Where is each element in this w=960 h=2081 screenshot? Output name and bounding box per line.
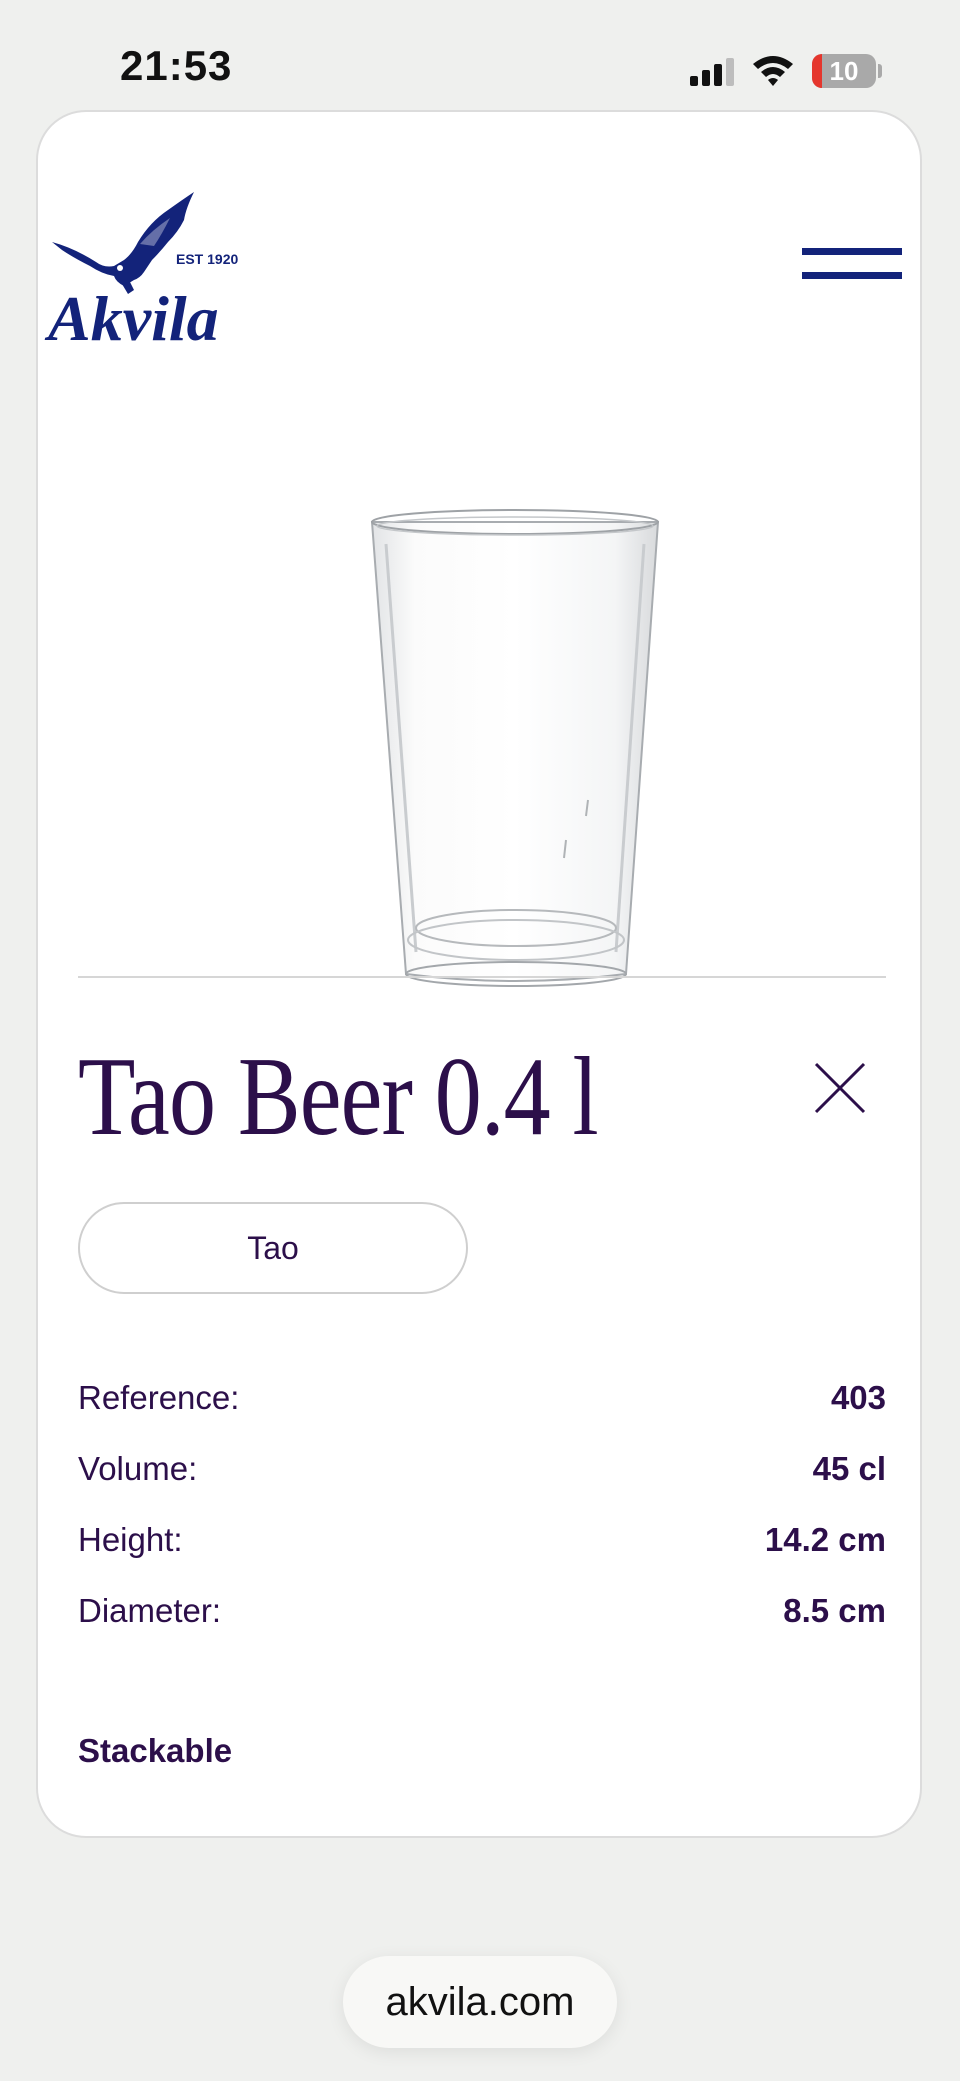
spec-label: Volume: bbox=[78, 1449, 198, 1487]
menu-bar-bottom bbox=[802, 272, 902, 279]
spec-label: Height: bbox=[78, 1520, 183, 1558]
spec-value: 14.2 cm bbox=[764, 1520, 886, 1558]
spec-label: Diameter: bbox=[78, 1591, 222, 1629]
battery-cap bbox=[878, 64, 882, 78]
spec-row-reference: Reference: 403 bbox=[78, 1362, 886, 1433]
akvila-logo[interactable]: EST 1920 Akvila bbox=[44, 182, 244, 362]
wifi-icon bbox=[753, 56, 793, 86]
collection-tag-button[interactable]: Tao bbox=[78, 1202, 468, 1294]
spec-row-diameter: Diameter: 8.5 cm bbox=[78, 1575, 886, 1646]
feature-stackable: Stackable bbox=[78, 1732, 233, 1769]
spec-row-volume: Volume: 45 cl bbox=[78, 1433, 886, 1504]
spec-label: Reference: bbox=[78, 1378, 240, 1416]
battery-icon: 10 bbox=[812, 54, 876, 88]
spec-list: Reference: 403 Volume: 45 cl Height: 14.… bbox=[78, 1362, 886, 1646]
status-time: 21:53 bbox=[120, 42, 233, 89]
spec-value: 45 cl bbox=[812, 1449, 886, 1487]
hamburger-menu-icon[interactable] bbox=[802, 240, 902, 290]
browser-url-bar[interactable]: akvila.com bbox=[343, 1956, 617, 2048]
menu-bar-top bbox=[802, 248, 902, 255]
pint-glass-image bbox=[370, 509, 660, 987]
product-card: EST 1920 Akvila Tao Beer 0.4 l Tao Refer… bbox=[36, 110, 922, 1838]
spec-row-height: Height: 14.2 cm bbox=[78, 1504, 886, 1575]
spec-value: 8.5 cm bbox=[783, 1591, 886, 1629]
spec-value: 403 bbox=[830, 1378, 886, 1416]
close-icon[interactable] bbox=[808, 1056, 872, 1120]
logo-wordmark-text: Akvila bbox=[44, 283, 219, 354]
battery-level: 10 bbox=[829, 56, 859, 86]
status-bar: 21:53 10 bbox=[0, 0, 960, 110]
signal-icon bbox=[690, 58, 734, 86]
product-title: Tao Beer 0.4 l bbox=[78, 1035, 599, 1159]
divider bbox=[78, 976, 886, 978]
logo-est-text: EST 1920 bbox=[176, 251, 238, 267]
